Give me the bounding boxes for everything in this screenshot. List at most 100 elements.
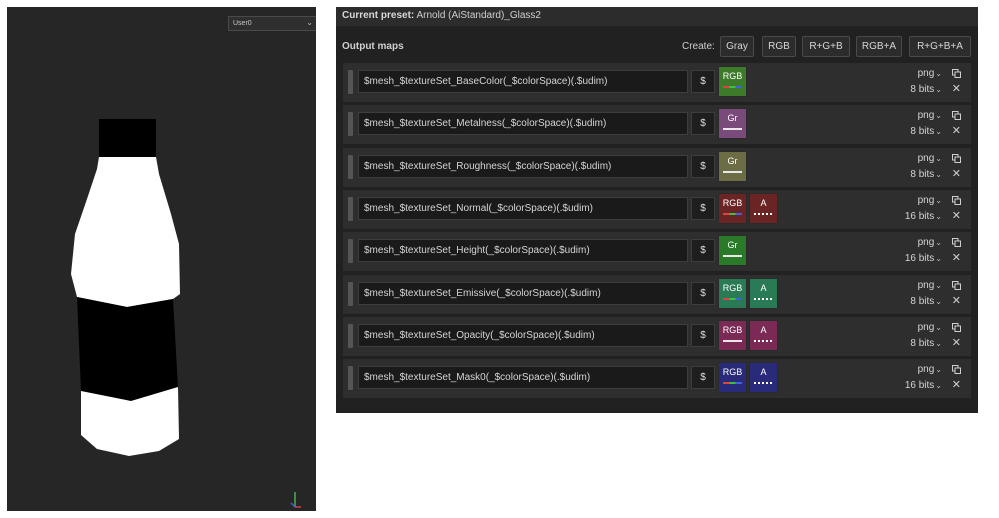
copy-icon[interactable]	[952, 322, 961, 332]
channel-slot[interactable]: A	[749, 362, 778, 394]
copy-icon[interactable]	[952, 153, 961, 163]
channel-label: Gr	[727, 113, 738, 124]
channel-slot[interactable]: Gr	[718, 235, 747, 267]
output-map-row[interactable]: $mesh_$textureSet_Height(_$colorSpace)(.…	[343, 232, 971, 272]
channel-slot[interactable]: A	[749, 319, 778, 351]
file-format-value: png	[917, 321, 935, 333]
channel-label: RGB	[722, 197, 743, 208]
bit-depth-dropdown[interactable]: 16 bits⌄	[905, 380, 942, 391]
file-format-dropdown[interactable]: png⌄	[918, 322, 942, 333]
channel-indicator	[723, 86, 742, 88]
axis-gizmo-icon	[290, 492, 301, 508]
filename-template-input[interactable]: $mesh_$textureSet_Mask0(_$colorSpace)(.$…	[358, 366, 688, 390]
bit-depth-dropdown[interactable]: 16 bits⌄	[905, 253, 942, 264]
drag-handle[interactable]	[348, 239, 353, 264]
copy-icon[interactable]	[952, 111, 961, 121]
create-r-g-b-a-button[interactable]: R+G+B+A	[909, 36, 971, 57]
insert-variable-button[interactable]: $	[691, 196, 715, 220]
copy-icon[interactable]	[952, 280, 961, 290]
close-icon[interactable]: ✕	[952, 295, 961, 307]
create-label: Create:	[682, 41, 715, 52]
insert-variable-button[interactable]: $	[691, 154, 715, 178]
file-format-dropdown[interactable]: png⌄	[918, 195, 942, 206]
create-rgb-button[interactable]: RGB	[762, 36, 796, 57]
output-map-row[interactable]: $mesh_$textureSet_Opacity(_$colorSpace)(…	[343, 316, 971, 356]
file-format-value: png	[917, 237, 935, 249]
close-icon[interactable]: ✕	[952, 126, 961, 137]
filename-template-input[interactable]: $mesh_$textureSet_Height(_$colorSpace)(.…	[358, 239, 688, 263]
close-icon[interactable]: ✕	[952, 210, 961, 222]
file-format-dropdown[interactable]: png⌄	[918, 364, 942, 375]
file-format-value: png	[917, 68, 935, 79]
close-icon[interactable]: ✕	[952, 84, 961, 95]
bit-depth-dropdown[interactable]: 8 bits⌄	[910, 296, 942, 307]
drag-handle[interactable]	[348, 366, 353, 391]
chevron-down-icon: ⌄	[935, 85, 942, 94]
insert-variable-button[interactable]: $	[691, 281, 715, 305]
channel-slot[interactable]: RGB	[718, 362, 747, 394]
create-r-g-b-button[interactable]: R+G+B	[802, 36, 850, 57]
close-icon[interactable]: ✕	[952, 168, 961, 180]
insert-variable-button[interactable]: $	[691, 112, 715, 136]
bit-depth-dropdown[interactable]: 8 bits⌄	[910, 126, 942, 137]
file-format-dropdown[interactable]: png⌄	[918, 68, 942, 79]
insert-variable-button[interactable]: $	[691, 239, 715, 263]
file-format-dropdown[interactable]: png⌄	[918, 280, 942, 291]
copy-icon[interactable]	[952, 195, 961, 205]
filename-template-input[interactable]: $mesh_$textureSet_Metalness(_$colorSpace…	[358, 112, 688, 136]
file-format-dropdown[interactable]: png⌄	[918, 153, 942, 164]
drag-handle[interactable]	[348, 323, 353, 348]
output-map-row[interactable]: $mesh_$textureSet_Metalness(_$colorSpace…	[343, 105, 971, 145]
filename-template-input[interactable]: $mesh_$textureSet_Roughness(_$colorSpace…	[358, 154, 688, 178]
filename-template-input[interactable]: $mesh_$textureSet_Normal(_$colorSpace)(.…	[358, 196, 688, 220]
chevron-down-icon: ⌄	[935, 296, 942, 306]
channel-indicator	[754, 212, 773, 215]
bit-depth-value: 8 bits	[910, 337, 935, 349]
copy-icon[interactable]	[952, 69, 961, 78]
channel-slot[interactable]: A	[749, 277, 778, 309]
preset-label: Current preset:	[342, 10, 415, 21]
bit-depth-dropdown[interactable]: 8 bits⌄	[910, 169, 942, 180]
channel-slot[interactable]: RGB	[718, 66, 747, 97]
channel-slot[interactable]: Gr	[718, 150, 747, 182]
close-icon[interactable]: ✕	[952, 253, 961, 264]
channel-slot[interactable]: RGB	[718, 192, 747, 224]
bit-depth-dropdown[interactable]: 16 bits⌄	[905, 211, 942, 222]
camera-select[interactable]: User0 ⌄	[228, 16, 316, 31]
filename-template-input[interactable]: $mesh_$textureSet_Opacity(_$colorSpace)(…	[358, 323, 688, 347]
drag-handle[interactable]	[348, 196, 353, 221]
bit-depth-dropdown[interactable]: 8 bits⌄	[910, 84, 942, 95]
drag-handle[interactable]	[348, 70, 353, 94]
bit-depth-value: 16 bits	[904, 253, 935, 265]
create-rgb-a-button[interactable]: RGB+A	[856, 36, 902, 57]
insert-variable-button[interactable]: $	[691, 70, 715, 93]
channel-slot[interactable]: RGB	[718, 277, 747, 309]
bit-depth-dropdown[interactable]: 8 bits⌄	[910, 338, 942, 349]
filename-template-input[interactable]: $mesh_$textureSet_Emissive(_$colorSpace)…	[358, 281, 688, 305]
insert-variable-button[interactable]: $	[691, 366, 715, 390]
channel-slot[interactable]: RGB	[718, 319, 747, 351]
chevron-down-icon: ⌄	[935, 322, 942, 332]
file-format-value: png	[917, 279, 935, 291]
copy-icon[interactable]	[952, 238, 961, 248]
insert-variable-button[interactable]: $	[691, 323, 715, 347]
close-icon[interactable]: ✕	[952, 380, 961, 391]
copy-icon[interactable]	[952, 365, 961, 375]
close-icon[interactable]: ✕	[952, 337, 961, 349]
channel-slot[interactable]: Gr	[718, 108, 747, 140]
drag-handle[interactable]	[348, 281, 353, 306]
filename-template-input[interactable]: $mesh_$textureSet_BaseColor(_$colorSpace…	[358, 70, 688, 93]
channel-slot[interactable]: A	[749, 192, 778, 224]
file-format-dropdown[interactable]: png⌄	[918, 110, 942, 121]
output-map-row[interactable]: $mesh_$textureSet_Roughness(_$colorSpace…	[343, 147, 971, 187]
output-map-row[interactable]: $mesh_$textureSet_Normal(_$colorSpace)(.…	[343, 189, 971, 229]
create-gray-button[interactable]: Gray	[720, 36, 754, 57]
drag-handle[interactable]	[348, 154, 353, 179]
file-format-value: png	[917, 110, 935, 122]
file-format-dropdown[interactable]: png⌄	[918, 237, 942, 248]
output-map-row[interactable]: $mesh_$textureSet_Mask0(_$colorSpace)(.$…	[343, 359, 971, 399]
drag-handle[interactable]	[348, 112, 353, 137]
output-map-row[interactable]: $mesh_$textureSet_Emissive(_$colorSpace)…	[343, 274, 971, 314]
3d-viewport[interactable]: User0 ⌄	[7, 7, 316, 511]
output-map-row[interactable]: $mesh_$textureSet_BaseColor(_$colorSpace…	[343, 63, 971, 102]
